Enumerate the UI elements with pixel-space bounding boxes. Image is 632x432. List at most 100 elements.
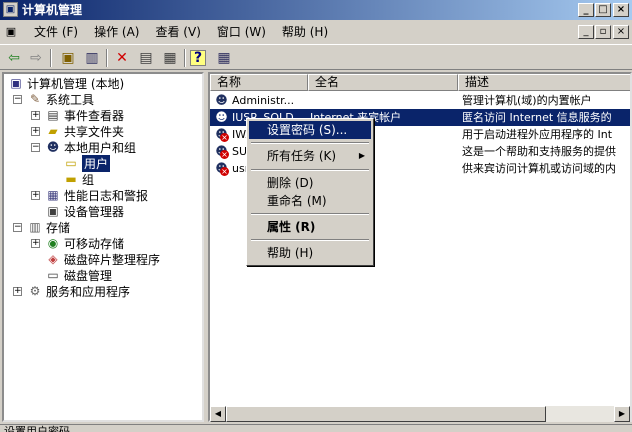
close-button[interactable]: × [613,3,629,17]
menu-rename[interactable]: 重命名 (M) [249,192,371,210]
properties-icon[interactable]: ▤ [136,48,156,68]
tree-storage[interactable]: ▥ 存储 [27,219,70,235]
toolbar-separator [50,49,52,67]
expand-icon[interactable]: + [31,191,40,200]
user-icon: ☻ [215,93,228,107]
mdi-minimize-button[interactable]: _ [578,25,594,39]
collapse-icon[interactable]: − [13,95,22,104]
export-list-icon[interactable]: ▦ [160,48,180,68]
tree-disk-management[interactable]: ▭ 磁盘管理 [45,267,112,283]
menu-help[interactable]: 帮助 (H) [274,22,336,42]
menu-window[interactable]: 窗口 (W) [209,22,274,42]
cell-name: Administr... [232,94,295,107]
cell-desc: 供来宾访问计算机或访问域的内 [462,162,616,175]
tree-label: 设备管理器 [64,204,125,219]
menu-file[interactable]: 文件 (F) [26,22,86,42]
toolbar-separator [184,49,186,67]
context-menu: 设置密码 (S)... 所有任务 (K) ▶ 删除 (D) 重命名 (M) 属性… [246,118,374,266]
mdi-close-button[interactable]: × [613,25,629,39]
tree-label: 磁盘碎片整理程序 [64,252,161,267]
menu-separator [251,213,369,215]
tree-services-apps[interactable]: ⚙ 服务和应用程序 [27,283,130,299]
shared-folder-icon: ▰ [48,123,58,138]
tree-event-viewer[interactable]: ▤ 事件查看器 [45,107,124,123]
disabled-account-icon: × [220,133,229,142]
back-icon[interactable]: ⇦ [4,48,24,68]
column-header-fullname[interactable]: 全名 [308,74,458,91]
scroll-thumb[interactable] [226,406,546,422]
device-manager-icon: ▣ [47,203,59,218]
disabled-account-icon: × [220,150,229,159]
column-header-name[interactable]: 名称 [210,74,308,91]
view-icon[interactable]: ▦ [214,48,234,68]
menu-all-tasks-label: 所有任务 (K) [267,149,337,163]
menu-properties[interactable]: 属性 (R) [249,218,371,236]
window-title: 计算机管理 [22,3,83,17]
tree-root[interactable]: ▣ 计算机管理 (本地) [8,75,124,91]
scroll-left-icon[interactable]: ◀ [210,406,226,422]
services-icon: ⚙ [29,283,41,298]
tree-label: 性能日志和警报 [64,188,149,203]
defrag-icon: ◈ [48,251,58,266]
tree-label: 系统工具 [46,92,95,107]
removable-storage-icon: ◉ [47,235,59,250]
expand-icon[interactable]: + [31,111,40,120]
collapse-icon[interactable]: − [31,143,40,152]
expand-icon[interactable]: + [13,287,22,296]
tree-label: 磁盘管理 [64,268,113,283]
delete-icon[interactable]: ✕ [112,48,132,68]
tree-label: 组 [82,172,95,187]
tree-label: 服务和应用程序 [46,284,131,299]
cell-desc: 匿名访问 Internet 信息服务的 [462,111,612,124]
tree-system-tools[interactable]: ✎ 系统工具 [27,91,94,107]
mmc-icon[interactable]: ▣ [0,22,26,42]
tree-defrag[interactable]: ◈ 磁盘碎片整理程序 [45,251,160,267]
horizontal-scrollbar[interactable]: ◀ ▶ [210,406,630,422]
tree-label: 用户 [82,154,111,172]
menu-bar: ▣ 文件 (F) 操作 (A) 查看 (V) 窗口 (W) 帮助 (H) [0,21,632,43]
tree-device-manager[interactable]: ▣ 设备管理器 [45,203,124,219]
menu-view[interactable]: 查看 (V) [147,22,208,42]
user-icon: ☻ [215,110,228,124]
tree-groups[interactable]: ▬ 组 [63,171,94,187]
tree-label: 存储 [46,220,71,235]
scroll-right-icon[interactable]: ▶ [614,406,630,422]
menu-delete[interactable]: 删除 (D) [249,174,371,192]
menu-action[interactable]: 操作 (A) [86,22,147,42]
users-icon: ☻ [46,139,60,154]
collapse-icon[interactable]: − [13,223,22,232]
tree-root-label: 计算机管理 (本地) [27,76,125,91]
mdi-restore-button[interactable]: ▫ [595,25,611,39]
menu-help[interactable]: 帮助 (H) [249,244,371,262]
tree-removable-storage[interactable]: ◉ 可移动存储 [45,235,124,251]
event-viewer-icon: ▤ [47,107,59,122]
up-folder-icon[interactable]: ▣ [58,48,78,68]
expand-icon[interactable]: + [31,239,40,248]
menu-separator [251,169,369,171]
tree-label: 可移动存储 [64,236,125,251]
computer-icon: ▣ [10,75,22,90]
perf-logs-icon: ▦ [47,187,59,202]
tree-label: 本地用户和组 [64,140,137,155]
folder-open-icon: ▭ [65,155,77,170]
menu-all-tasks[interactable]: 所有任务 (K) ▶ [249,147,371,165]
show-tree-icon[interactable]: ▥ [82,48,102,68]
tools-icon: ✎ [29,91,41,106]
expand-icon[interactable]: + [31,127,40,136]
maximize-button[interactable]: □ [595,3,611,17]
tree-users[interactable]: ▭ 用户 [63,154,111,172]
tree-local-users[interactable]: ☻ 本地用户和组 [45,139,136,155]
menu-separator [251,142,369,144]
help-icon[interactable]: ? [190,50,206,66]
tree-perf-logs[interactable]: ▦ 性能日志和警报 [45,187,148,203]
menu-set-password[interactable]: 设置密码 (S)... [249,121,371,139]
column-header-description[interactable]: 描述 [458,74,630,91]
toolbar: ⇦ ⇨ ▣ ▥ ✕ ▤ ▦ ? ▦ [0,44,632,70]
table-row[interactable]: ☻ Administr... 管理计算机(域)的内置帐户 [210,92,630,109]
forward-icon[interactable]: ⇨ [26,48,46,68]
disabled-account-icon: × [220,167,229,176]
storage-icon: ▥ [29,219,41,234]
submenu-arrow-icon: ▶ [358,151,365,160]
minimize-button[interactable]: _ [578,3,594,17]
tree-shared-folders[interactable]: ▰ 共享文件夹 [45,123,124,139]
